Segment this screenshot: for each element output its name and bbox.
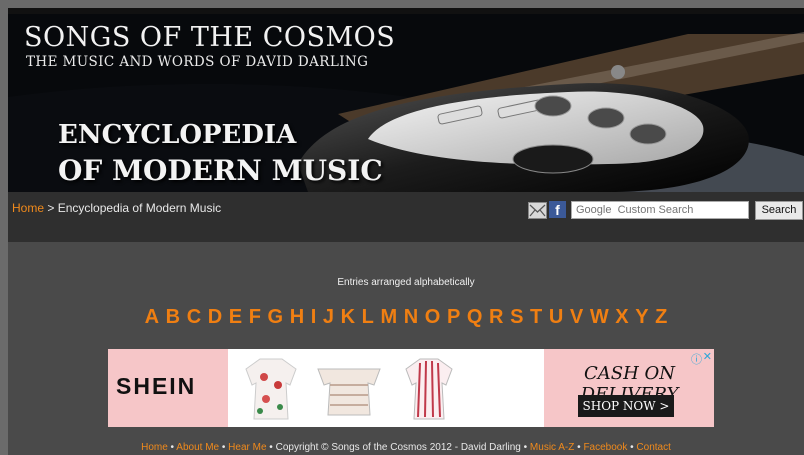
mail-icon[interactable] [528, 202, 547, 219]
letter-link-i[interactable]: I [311, 306, 317, 329]
breadcrumb-home-link[interactable]: Home [12, 201, 44, 215]
letter-link-z[interactable]: Z [655, 306, 667, 329]
letter-link-s[interactable]: S [510, 306, 523, 329]
site-subtitle: THE MUSIC AND WORDS OF DAVID DARLING [26, 54, 369, 70]
ad-blouse-floral-image[interactable] [236, 355, 306, 423]
site-title[interactable]: SONGS OF THE COSMOS [24, 22, 395, 53]
ad-info-icon[interactable]: ⓘ [691, 351, 702, 367]
advertisement-banner[interactable]: SHEIN CASH ON DELIVERY SHOP NOW > ⓘ ✕ [108, 349, 714, 427]
letter-link-r[interactable]: R [489, 306, 503, 329]
letter-link-a[interactable]: A [145, 306, 159, 329]
letter-link-l[interactable]: L [362, 306, 374, 329]
letter-link-p[interactable]: P [447, 306, 460, 329]
letter-link-n[interactable]: N [404, 306, 418, 329]
letter-link-m[interactable]: M [380, 306, 397, 329]
nav-bar: Home > Encyclopedia of Modern Music f Se… [8, 192, 804, 242]
letter-link-j[interactable]: J [323, 306, 334, 329]
letter-link-o[interactable]: O [425, 306, 441, 329]
breadcrumb-current: Encyclopedia of Modern Music [57, 201, 222, 215]
alphabet-index: ABCDEFGHIJKLMNOPQRSTUVWXYZ [8, 306, 804, 329]
footer-separator: • [219, 442, 229, 453]
entries-note: Entries arranged alphabetically [337, 277, 475, 288]
footer-link-home[interactable]: Home [141, 442, 168, 453]
main-content: Entries arranged alphabetically ABCDEFGH… [8, 242, 804, 455]
ad-close-icon[interactable]: ✕ [703, 350, 712, 363]
breadcrumb-separator: > [44, 201, 58, 215]
footer: Home • About Me • Hear Me • Copyright © … [8, 442, 804, 453]
footer-link-facebook[interactable]: Facebook [583, 442, 627, 453]
letter-link-u[interactable]: U [549, 306, 563, 329]
letter-link-t[interactable]: T [530, 306, 542, 329]
footer-separator: • [520, 442, 530, 453]
letter-link-x[interactable]: X [615, 306, 628, 329]
ad-brand-panel: SHEIN [108, 349, 228, 427]
ad-offer-panel: CASH ON DELIVERY SHOP NOW > ⓘ ✕ [544, 349, 714, 427]
site-banner[interactable]: SONGS OF THE COSMOS THE MUSIC AND WORDS … [8, 14, 804, 192]
ad-brand[interactable]: SHEIN [116, 373, 196, 400]
footer-separator: • [266, 442, 276, 453]
banner-heading-line2: OF MODERN MUSIC [58, 154, 383, 187]
facebook-icon[interactable]: f [549, 201, 566, 218]
letter-link-y[interactable]: Y [635, 306, 648, 329]
letter-link-g[interactable]: G [268, 306, 284, 329]
letter-link-c[interactable]: C [187, 306, 201, 329]
letter-link-w[interactable]: W [590, 306, 609, 329]
letter-link-e[interactable]: E [229, 306, 242, 329]
footer-link-music-a-z[interactable]: Music A-Z [530, 442, 574, 453]
footer-link-about-me[interactable]: About Me [176, 442, 219, 453]
footer-link-contact[interactable]: Contact [636, 442, 670, 453]
letter-link-d[interactable]: D [208, 306, 222, 329]
footer-link-hear-me[interactable]: Hear Me [228, 442, 266, 453]
letter-link-f[interactable]: F [249, 306, 261, 329]
letter-link-k[interactable]: K [341, 306, 355, 329]
letter-link-b[interactable]: B [166, 306, 180, 329]
breadcrumb: Home > Encyclopedia of Modern Music [12, 201, 221, 215]
letter-link-h[interactable]: H [290, 306, 304, 329]
ad-shop-now-button[interactable]: SHOP NOW > [578, 395, 674, 417]
letter-link-v[interactable]: V [570, 306, 583, 329]
search-button[interactable]: Search [755, 201, 803, 220]
search-input[interactable] [571, 201, 749, 219]
ad-blouse-striped-image[interactable] [394, 355, 464, 423]
letter-link-q[interactable]: Q [467, 306, 483, 329]
ad-blouse-offshoulder-image[interactable] [314, 355, 384, 423]
banner-heading-line1: ENCYCLOPEDIA [58, 120, 297, 150]
footer-copyright: Copyright © Songs of the Cosmos 2012 - D… [275, 442, 521, 453]
